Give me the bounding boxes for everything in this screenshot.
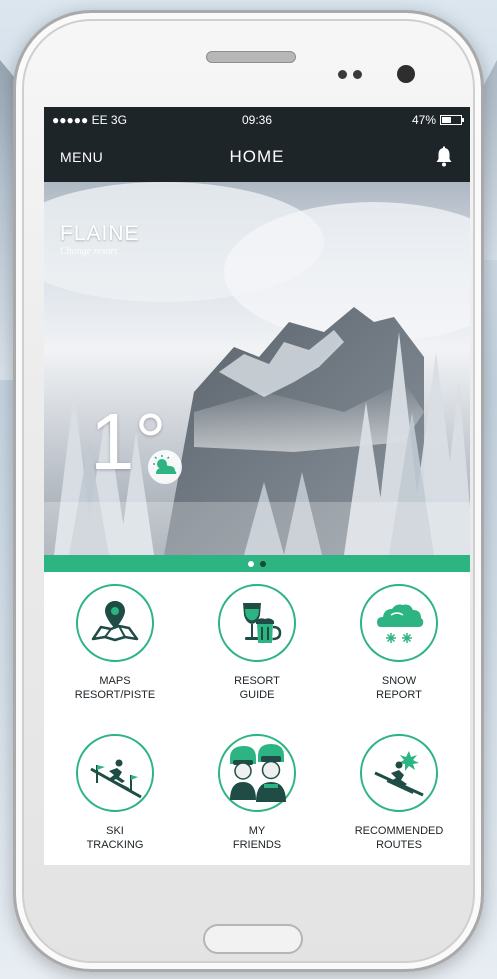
change-resort-link[interactable]: Change resort	[60, 246, 117, 257]
status-bar: ●●●●● EE 3G 09:36 47%	[44, 107, 470, 132]
tile-recommended-routes[interactable]: RECOMMENDED ROUTES	[328, 734, 470, 865]
top-nav-bar: MENU HOME	[44, 132, 470, 182]
tile-my-friends[interactable]: MY FRIENDS	[186, 734, 328, 865]
skier-routes-icon	[360, 734, 438, 812]
skier-tracking-icon	[76, 734, 154, 812]
snow-cloud-icon	[360, 584, 438, 662]
status-time: 09:36	[241, 112, 273, 127]
tile-ski-tracking[interactable]: SKI TRACKING	[44, 734, 186, 865]
tile-maps[interactable]: MAPS RESORT/PISTE	[44, 584, 186, 734]
app-screen: ●●●●● EE 3G 09:36 47% MENU HOME FLAINE C…	[44, 107, 470, 865]
map-pin-icon	[76, 584, 154, 662]
speaker-grille	[206, 51, 296, 63]
friends-icon	[218, 734, 296, 812]
drinks-icon	[218, 584, 296, 662]
front-camera	[397, 65, 415, 83]
pager-dot[interactable]	[260, 560, 266, 567]
menu-button[interactable]: MENU	[60, 149, 103, 165]
page-title: HOME	[229, 147, 285, 166]
battery-icon	[440, 114, 464, 125]
tile-maps-label: MAPS RESORT/PISTE	[74, 675, 156, 701]
tile-snow-report[interactable]: SNOW REPORT	[328, 584, 470, 734]
tile-resort-guide[interactable]: RESORT GUIDE	[186, 584, 328, 734]
battery-percent: 47%	[411, 112, 436, 127]
tile-snow-report-label: SNOW REPORT	[376, 675, 422, 701]
weather-hero[interactable]: FLAINE Change resort 1°	[44, 182, 470, 555]
feature-grid: MAPS RESORT/PISTE RESORT GUIDE SNOW REPO…	[44, 572, 470, 865]
proximity-sensor	[338, 70, 347, 79]
tile-ski-tracking-label: SKI TRACKING	[86, 825, 144, 851]
home-hardware-button[interactable]	[203, 924, 303, 954]
resort-name[interactable]: FLAINE	[60, 222, 140, 246]
tile-recommended-routes-label: RECOMMENDED ROUTES	[354, 825, 444, 851]
battery-indicator: 47%	[411, 112, 464, 127]
tile-my-friends-label: MY FRIENDS	[232, 825, 282, 851]
page-indicator	[44, 555, 470, 572]
pager-dot-active[interactable]	[248, 560, 254, 567]
bell-icon[interactable]	[434, 146, 454, 168]
light-sensor	[353, 70, 362, 79]
tile-resort-guide-label: RESORT GUIDE	[234, 675, 280, 701]
sun-cloud-icon	[148, 450, 182, 484]
